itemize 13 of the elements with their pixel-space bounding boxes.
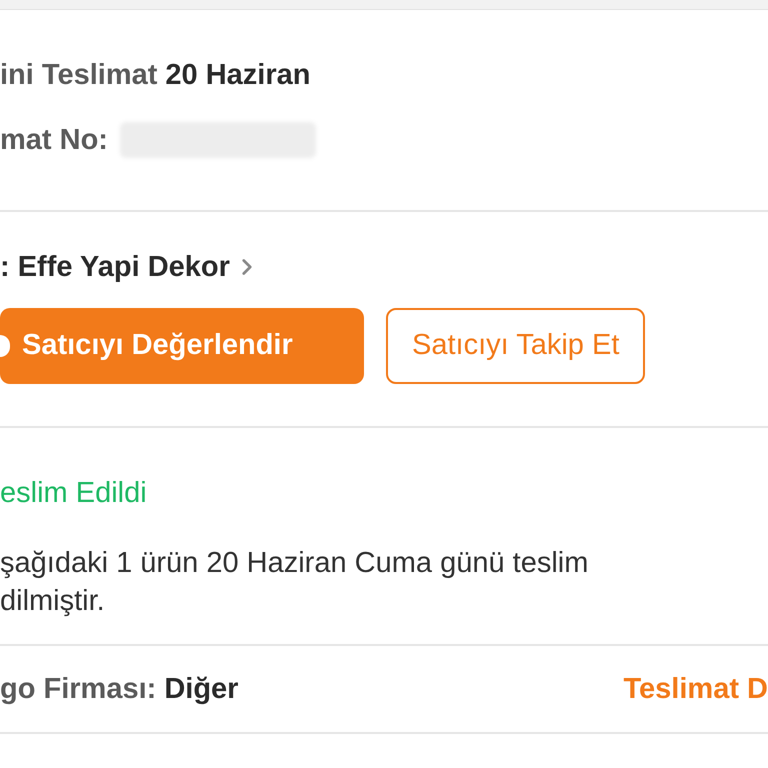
cargo-value: Diğer [164, 672, 238, 707]
delivery-number-label: mat No: [0, 123, 108, 157]
seller-name: : Effe Yapi Dekor [0, 250, 230, 284]
delivery-date: 20 Haziran [165, 58, 310, 92]
status-message-line: şağıdaki 1 ürün 20 Haziran Cuma günü teslim [0, 546, 590, 581]
delivery-status: eslim Edildi [0, 476, 148, 510]
rate-seller-button[interactable]: Satıcıyı Değerlendir [0, 308, 364, 384]
delivery-label: ini Teslimat [0, 58, 158, 92]
follow-seller-button[interactable]: Satıcıyı Takip Et [386, 308, 646, 384]
seller-link[interactable]: : Effe Yapi Dekor [0, 250, 768, 284]
cargo-label: go Firması: [0, 672, 156, 707]
delivery-details-link[interactable]: Teslimat D [623, 670, 768, 708]
status-message-line: dilmiştir. [0, 584, 106, 619]
